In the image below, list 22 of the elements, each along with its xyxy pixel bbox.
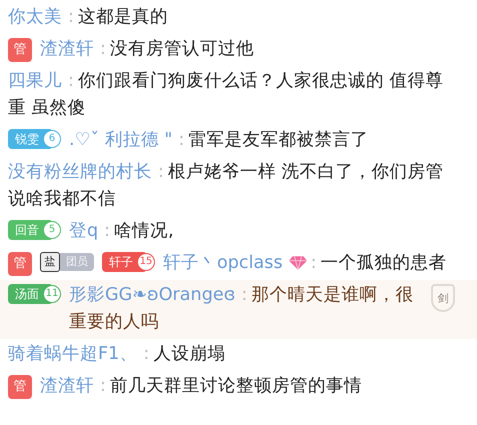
group-icon: 盐 <box>40 252 60 272</box>
chat-message: .♡ˇ 利拉德 " : 雷军是友军都被禁言了 <box>69 129 370 152</box>
chat-message: 渣渣轩 : 前几天群里讨论整顿房管的事情 <box>40 375 363 398</box>
shield-badge: 剑 <box>431 284 455 312</box>
group-badge: 团员 <box>60 253 94 271</box>
chat-message: 骑着蜗牛超F1、 : 人设崩塌 <box>8 343 226 366</box>
admin-badge: 管 <box>8 375 32 399</box>
admin-badge: 管 <box>8 38 32 62</box>
chat-message: 渣渣轩 : 没有房管认可过他 <box>40 38 255 61</box>
message-text: 一个孤独的患者 <box>320 253 447 273</box>
separator: : <box>310 253 317 273</box>
user-name[interactable]: 轩子丶opclass <box>163 253 283 273</box>
medal-level: 5 <box>43 221 61 239</box>
chat-message: 登q : 啥情况, <box>69 220 175 243</box>
admin-badge: 管 <box>8 252 32 276</box>
chat-message: 形影GG❧ʚOrangeɞ : 那个晴天是谁啊，很重要的人吗 <box>69 284 414 334</box>
medal-level: 15 <box>137 253 155 271</box>
medal-level: 6 <box>43 130 61 148</box>
chat-message: 没有粉丝牌的村长 : 根卢姥爷一样 洗不白了，你们房管说啥我都不信 <box>8 161 445 211</box>
medal-level: 11 <box>43 285 61 303</box>
chat-message: 你太美 : 这都是真的 <box>8 6 169 29</box>
chat-message: 四果儿 : 你们跟看门狗废什么话？人家很忠诚的 值得尊重 虽然傻 <box>8 70 445 120</box>
